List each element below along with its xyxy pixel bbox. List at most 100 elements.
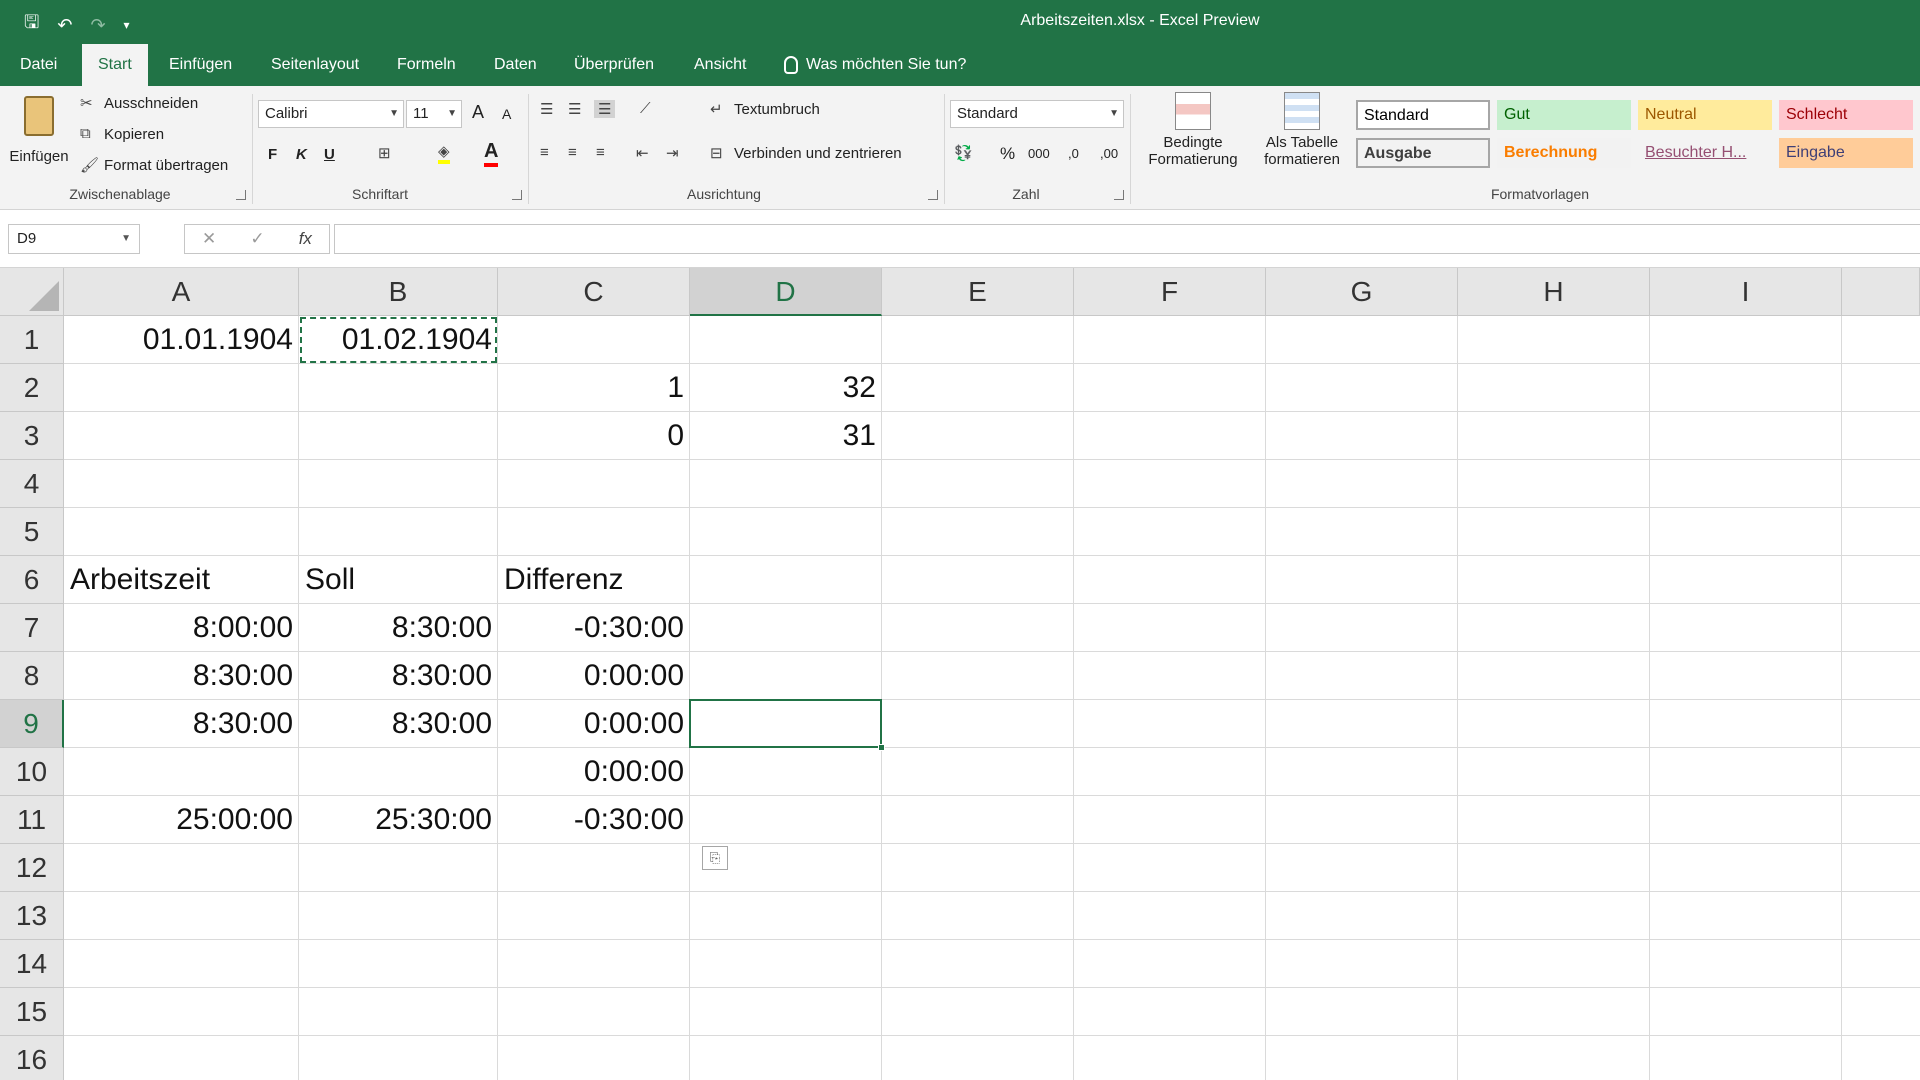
column-header-h[interactable]: H bbox=[1458, 268, 1650, 316]
cut-button[interactable]: Ausschneiden bbox=[104, 95, 198, 112]
alignment-launcher-icon[interactable] bbox=[928, 190, 938, 200]
fill-handle[interactable] bbox=[878, 744, 885, 751]
tab-daten[interactable]: Daten bbox=[478, 44, 553, 86]
cell-a11[interactable]: 25:00:00 bbox=[64, 796, 299, 844]
style-schlecht[interactable]: Schlecht bbox=[1779, 100, 1913, 130]
bold-button[interactable]: F bbox=[268, 146, 277, 163]
style-besuchter-hyperlink[interactable]: Besuchter H... bbox=[1638, 138, 1772, 168]
style-berechnung[interactable]: Berechnung bbox=[1497, 138, 1631, 168]
paste-options-icon[interactable]: ⎘ bbox=[702, 846, 728, 870]
row-header-13[interactable]: 13 bbox=[0, 892, 64, 940]
worksheet-grid[interactable]: A B C D E F G H I 1 2 3 4 5 6 7 8 9 10 11 12 13 14 15 16 01.01.19… bbox=[0, 268, 1920, 1080]
percent-button[interactable]: % bbox=[1000, 144, 1015, 164]
decrease-decimal-button[interactable]: ,00 bbox=[1100, 146, 1118, 161]
row-header-8[interactable]: 8 bbox=[0, 652, 64, 700]
align-left-icon[interactable]: ≡ bbox=[540, 144, 549, 161]
tab-ueberpruefen[interactable]: Überprüfen bbox=[558, 44, 670, 86]
merge-center-button[interactable]: Verbinden und zentrieren bbox=[734, 145, 902, 162]
tab-start[interactable]: Start bbox=[82, 44, 148, 86]
column-header-g[interactable]: G bbox=[1266, 268, 1458, 316]
insert-function-icon[interactable]: fx bbox=[299, 229, 312, 249]
enter-icon[interactable]: ✓ bbox=[250, 229, 264, 249]
align-middle-icon[interactable]: ☰ bbox=[568, 100, 581, 118]
format-painter-button[interactable]: Format übertragen bbox=[104, 157, 228, 174]
cell-c8[interactable]: 0:00:00 bbox=[498, 652, 690, 700]
underline-button[interactable]: U bbox=[324, 146, 335, 163]
cell-a8[interactable]: 8:30:00 bbox=[64, 652, 299, 700]
row-header-11[interactable]: 11 bbox=[0, 796, 64, 844]
cell-a7[interactable]: 8:00:00 bbox=[64, 604, 299, 652]
thousands-button[interactable]: 000 bbox=[1028, 146, 1050, 161]
number-format-select[interactable]: Standard ▼ bbox=[950, 100, 1124, 128]
cell-c9[interactable]: 0:00:00 bbox=[498, 700, 690, 748]
row-header-5[interactable]: 5 bbox=[0, 508, 64, 556]
cell-b11[interactable]: 25:30:00 bbox=[299, 796, 498, 844]
style-eingabe[interactable]: Eingabe bbox=[1779, 138, 1913, 168]
border-icon[interactable]: ⊞ bbox=[378, 144, 391, 162]
paste-button[interactable]: Einfügen bbox=[8, 94, 70, 186]
decrease-indent-icon[interactable]: ⇤ bbox=[636, 144, 649, 162]
cell-b9[interactable]: 8:30:00 bbox=[299, 700, 498, 748]
column-header-c[interactable]: C bbox=[498, 268, 690, 316]
font-name-select[interactable]: Calibri ▼ bbox=[258, 100, 404, 128]
fill-color-icon[interactable]: ◈ bbox=[438, 142, 450, 164]
column-header-a[interactable]: A bbox=[64, 268, 299, 316]
align-bottom-icon[interactable]: ☰ bbox=[594, 100, 616, 118]
column-header-i[interactable]: I bbox=[1650, 268, 1842, 316]
cell-c11[interactable]: -0:30:00 bbox=[498, 796, 690, 844]
clipboard-launcher-icon[interactable] bbox=[236, 190, 246, 200]
number-launcher-icon[interactable] bbox=[1114, 190, 1124, 200]
increase-indent-icon[interactable]: ⇥ bbox=[666, 144, 679, 162]
copy-button[interactable]: Kopieren bbox=[104, 126, 164, 143]
cell-c10[interactable]: 0:00:00 bbox=[498, 748, 690, 796]
active-cell-outline[interactable] bbox=[689, 699, 882, 748]
style-neutral[interactable]: Neutral bbox=[1638, 100, 1772, 130]
font-color-icon[interactable]: A bbox=[484, 140, 499, 167]
cell-b6[interactable]: Soll bbox=[299, 556, 498, 604]
orientation-icon[interactable]: ⟋ bbox=[640, 100, 651, 117]
conditional-formatting-button[interactable]: Bedingte Formatierung bbox=[1134, 92, 1252, 192]
tab-einfuegen[interactable]: Einfügen bbox=[153, 44, 248, 86]
font-launcher-icon[interactable] bbox=[512, 190, 522, 200]
row-header-15[interactable]: 15 bbox=[0, 988, 64, 1036]
row-header-9[interactable]: 9 bbox=[0, 700, 64, 748]
name-box[interactable]: D9 ▼ bbox=[8, 224, 140, 254]
row-header-12[interactable]: 12 bbox=[0, 844, 64, 892]
row-header-1[interactable]: 1 bbox=[0, 316, 64, 364]
cell-b8[interactable]: 8:30:00 bbox=[299, 652, 498, 700]
style-standard[interactable]: Standard bbox=[1356, 100, 1490, 130]
formula-input[interactable] bbox=[334, 224, 1920, 254]
cell-a1[interactable]: 01.01.1904 bbox=[64, 316, 299, 364]
cell-b7[interactable]: 8:30:00 bbox=[299, 604, 498, 652]
format-as-table-button[interactable]: Als Tabelle formatieren bbox=[1252, 92, 1352, 192]
cell-d2[interactable]: 32 bbox=[690, 364, 882, 412]
wrap-text-button[interactable]: Textumbruch bbox=[734, 101, 820, 118]
cell-c2[interactable]: 1 bbox=[498, 364, 690, 412]
cancel-icon[interactable]: ✕ bbox=[202, 229, 216, 249]
cell-d3[interactable]: 31 bbox=[690, 412, 882, 460]
tab-ansicht[interactable]: Ansicht bbox=[678, 44, 762, 86]
row-header-14[interactable]: 14 bbox=[0, 940, 64, 988]
cell-a9[interactable]: 8:30:00 bbox=[64, 700, 299, 748]
select-all-button[interactable] bbox=[0, 268, 64, 316]
align-top-icon[interactable]: ☰ bbox=[540, 100, 553, 118]
grow-font-button[interactable]: A bbox=[472, 102, 484, 123]
column-header-e[interactable]: E bbox=[882, 268, 1074, 316]
row-header-6[interactable]: 6 bbox=[0, 556, 64, 604]
currency-icon[interactable]: 💱 bbox=[954, 144, 973, 162]
increase-decimal-button[interactable]: ,0 bbox=[1068, 146, 1079, 161]
row-header-3[interactable]: 3 bbox=[0, 412, 64, 460]
font-size-select[interactable]: 11 ▼ bbox=[406, 100, 462, 128]
column-header-d[interactable]: D bbox=[690, 268, 882, 316]
tell-me-search[interactable]: Was möchten Sie tun? bbox=[784, 44, 966, 86]
tab-datei[interactable]: Datei bbox=[4, 44, 73, 86]
cell-a6[interactable]: Arbeitszeit bbox=[64, 556, 299, 604]
cell-c6[interactable]: Differenz bbox=[498, 556, 690, 604]
align-right-icon[interactable]: ≡ bbox=[596, 144, 605, 161]
align-center-icon[interactable]: ≡ bbox=[568, 144, 577, 161]
column-header-partial[interactable] bbox=[1842, 268, 1920, 316]
column-header-b[interactable]: B bbox=[299, 268, 498, 316]
tab-formeln[interactable]: Formeln bbox=[381, 44, 472, 86]
style-gut[interactable]: Gut bbox=[1497, 100, 1631, 130]
row-header-4[interactable]: 4 bbox=[0, 460, 64, 508]
